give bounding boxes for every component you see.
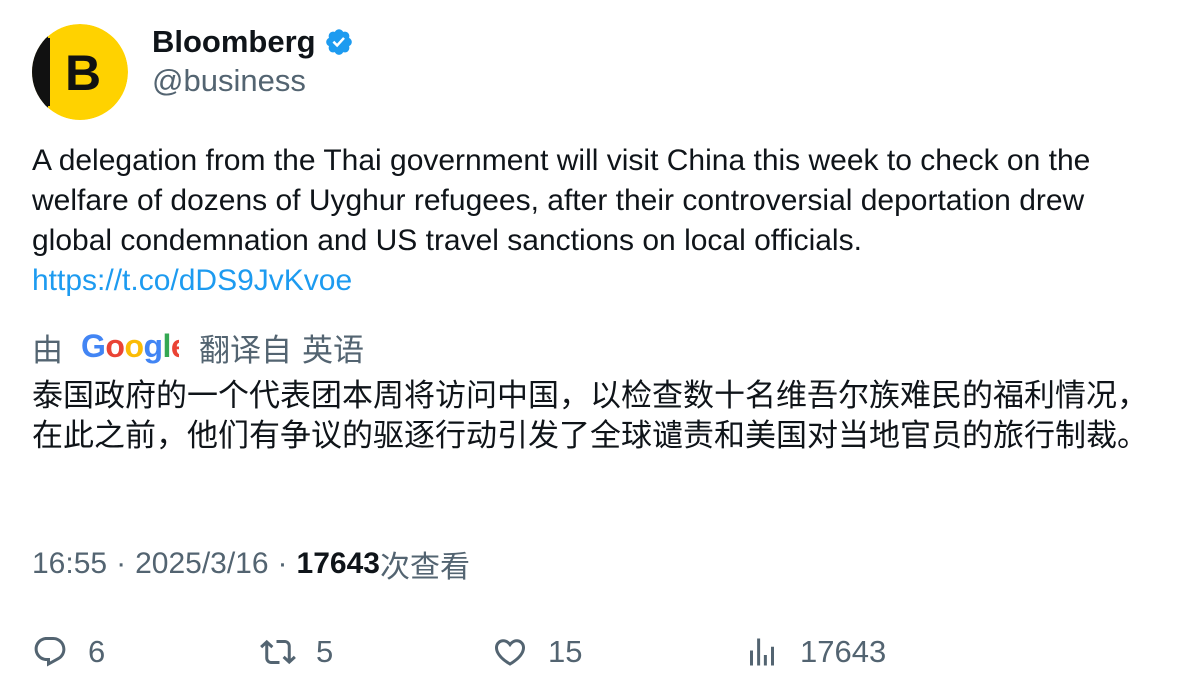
- analytics-icon: [750, 638, 774, 666]
- meta-separator: ·: [116, 547, 127, 580]
- avatar[interactable]: B: [32, 24, 128, 120]
- reply-icon: [34, 637, 66, 667]
- tweet-text: A delegation from the Thai government wi…: [32, 141, 1172, 301]
- reply-count: 6: [88, 634, 106, 669]
- views-label: 次查看: [379, 551, 470, 584]
- tweet-date[interactable]: 2025/3/16: [135, 547, 268, 581]
- like-button[interactable]: 15: [492, 632, 582, 672]
- views-count: 17643: [296, 547, 380, 580]
- retweet-icon: [260, 639, 296, 665]
- translation-prefix: 由: [32, 332, 63, 368]
- translated-text: 泰国政府的一个代表团本周将访问中国，以检查数十名维吾尔族难民的福利情况，在此之前…: [32, 378, 1148, 453]
- author-handle[interactable]: @business: [152, 63, 306, 99]
- avatar-letter: B: [65, 45, 101, 101]
- translation-attribution: 由 Google 翻译自 英语: [32, 325, 364, 370]
- svg-text:Google: Google: [81, 330, 179, 364]
- views-button[interactable]: 17643: [744, 632, 886, 672]
- reply-button[interactable]: 6: [32, 632, 105, 672]
- translated-from-label: 翻译自: [199, 332, 292, 368]
- tweet-meta: 16:55 · 2025/3/16 · 17643 次查看: [32, 544, 470, 584]
- source-language[interactable]: 英语: [302, 325, 364, 370]
- meta-separator: ·: [277, 547, 288, 580]
- author-name-row: Bloomberg: [152, 22, 354, 62]
- verified-badge-icon: [324, 27, 354, 57]
- google-logo-icon: Google: [81, 330, 179, 364]
- tweet-time[interactable]: 16:55: [32, 547, 107, 581]
- author-name[interactable]: Bloomberg: [152, 24, 316, 60]
- tweet-body: A delegation from the Thai government wi…: [32, 144, 1091, 257]
- retweet-button[interactable]: 5: [260, 632, 333, 672]
- tweet-card: B Bloomberg @business A delegation from …: [0, 0, 1196, 698]
- views-action-count: 17643: [800, 634, 887, 669]
- action-bar: 6 5 15 17643: [32, 632, 1172, 672]
- retweet-count: 5: [316, 634, 334, 669]
- tweet-link[interactable]: https://t.co/dDS9JvKvoe: [32, 264, 352, 297]
- like-count: 15: [548, 634, 583, 669]
- bloomberg-logo-icon: B: [32, 24, 128, 120]
- heart-icon: [494, 639, 526, 666]
